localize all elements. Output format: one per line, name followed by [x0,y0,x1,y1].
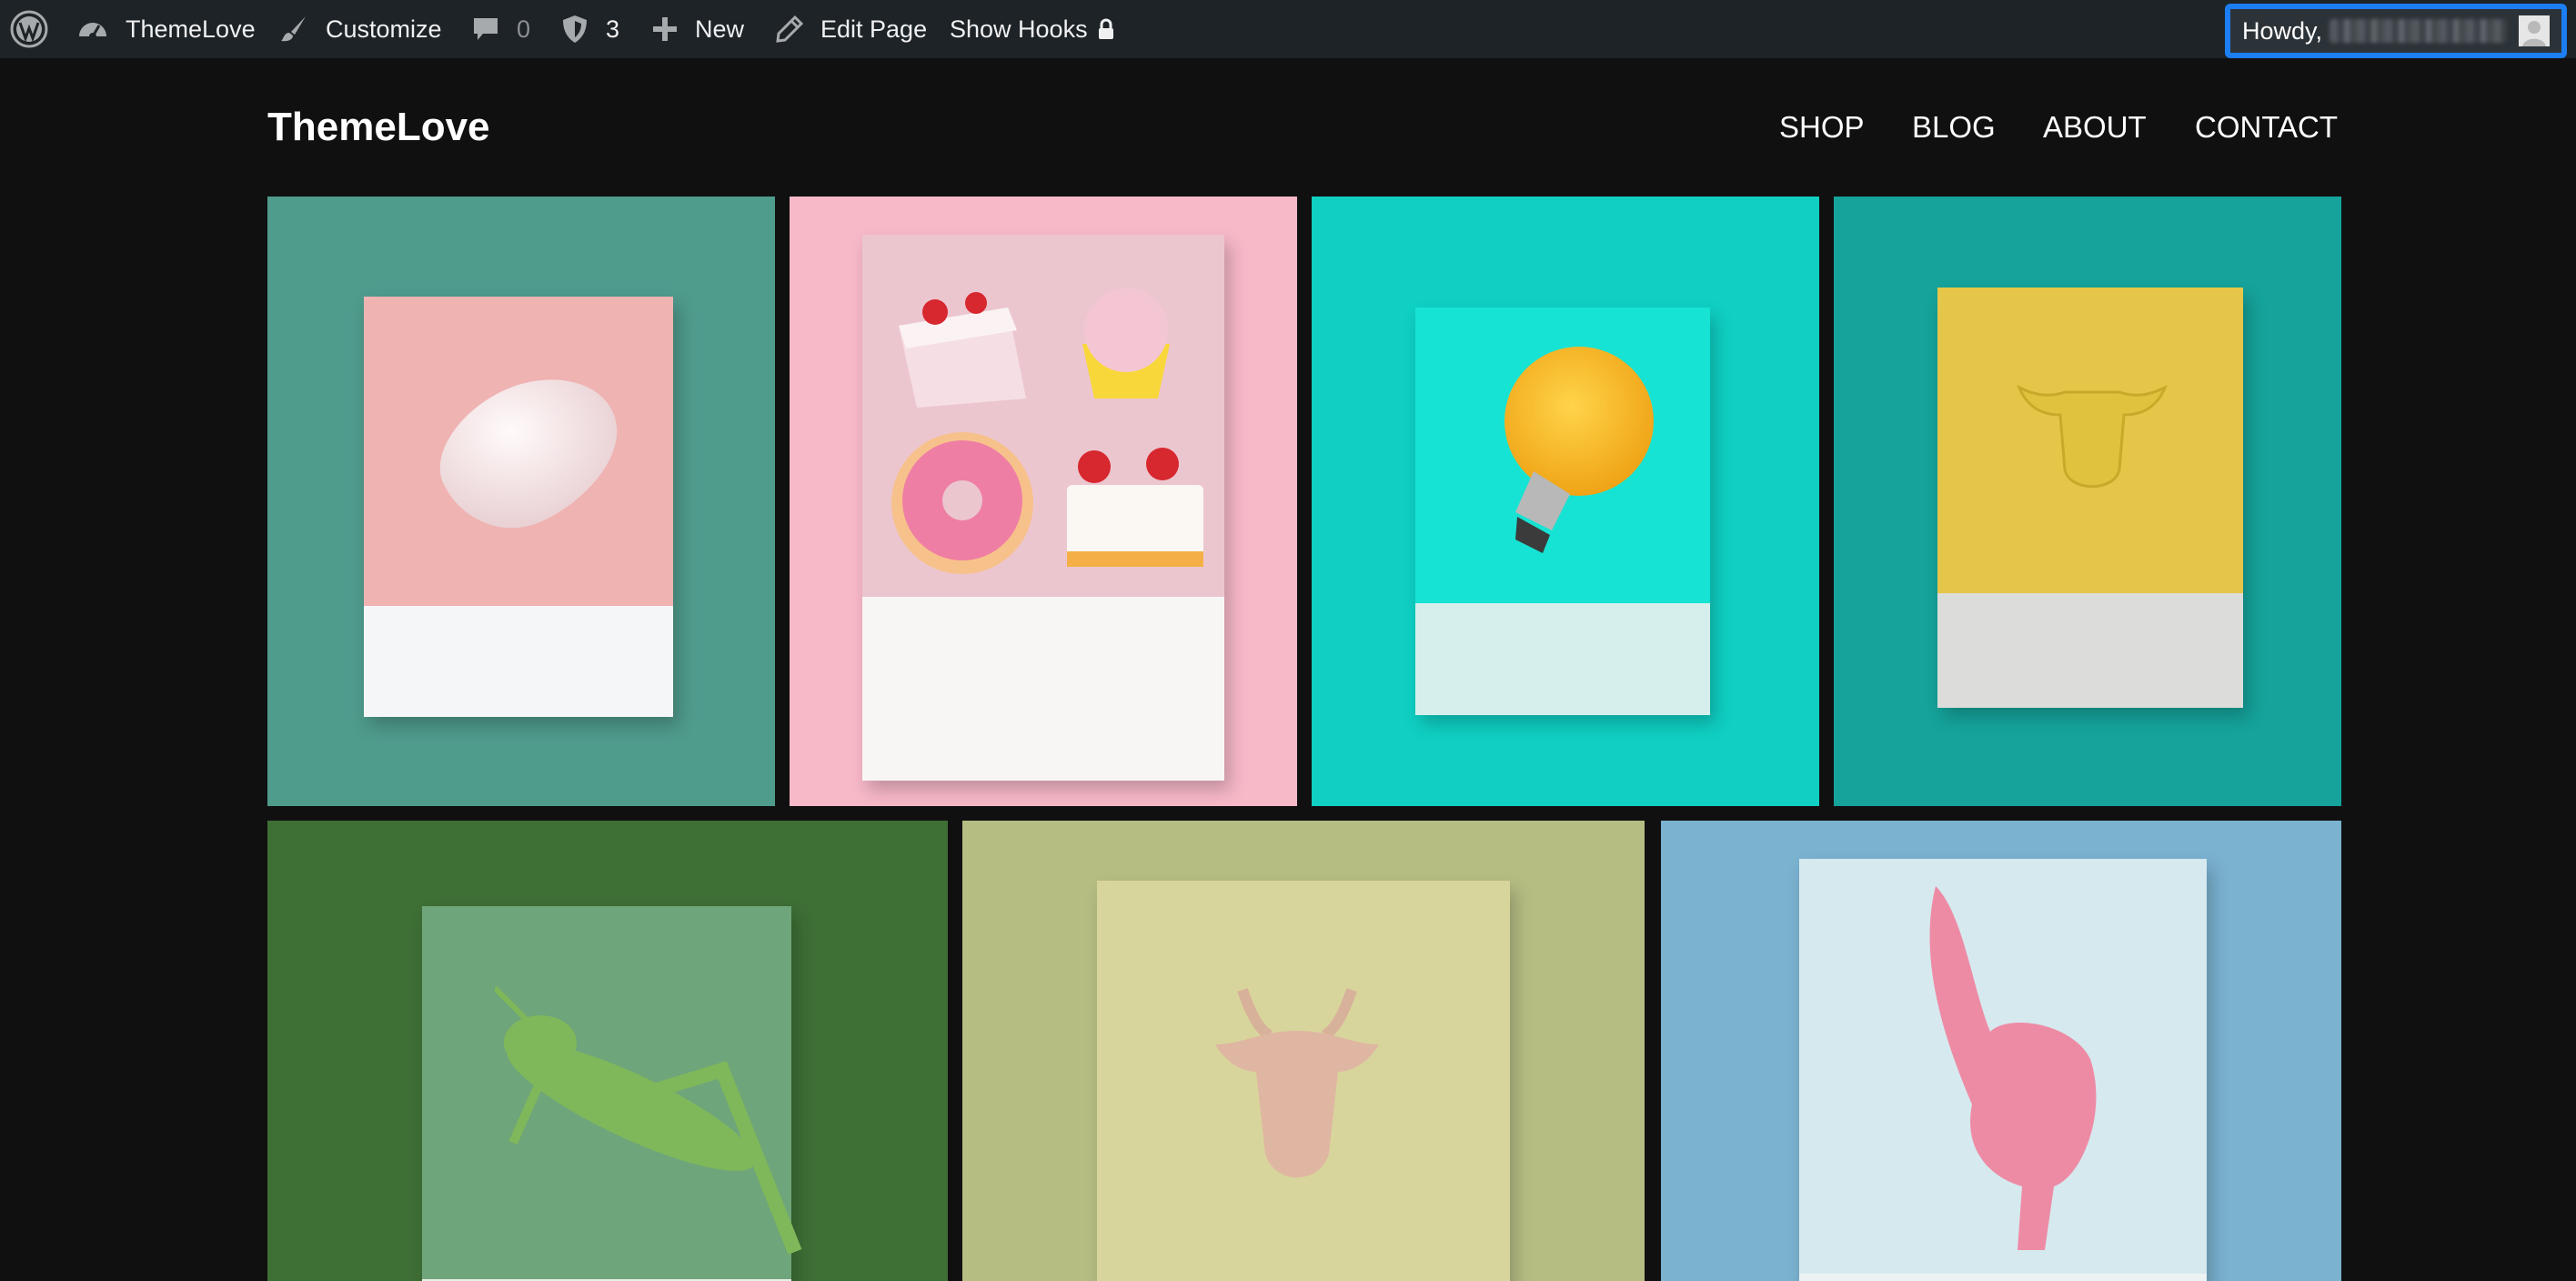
show-hooks-label: Show Hooks [950,15,1088,43]
gallery-item-bull-head[interactable] [1834,197,2341,806]
pink-furry-animal [1929,886,2097,1250]
light-bulb [1504,347,1654,553]
comments-count: 0 [517,15,531,43]
admin-bar-site-name: ThemeLove [126,15,256,43]
gallery-item-pastries[interactable] [790,197,1297,806]
brush-icon [278,14,309,45]
photo-card [1097,881,1510,1281]
my-account-menu[interactable]: Howdy, [2225,4,2567,58]
edit-page-link[interactable]: Edit Page [775,0,927,58]
avatar [2519,15,2551,46]
nav-shop[interactable]: SHOP [1779,107,1865,147]
pencil-icon [775,15,804,44]
photo-card [422,906,802,1281]
nav-about[interactable]: ABOUT [2043,107,2147,147]
pastries-cupcake-donut [891,288,1203,574]
gallery-item-goat-head[interactable] [962,821,1645,1281]
wordpress-logo-icon[interactable] [9,0,49,58]
admin-bar-site-link[interactable]: ThemeLove [76,0,256,58]
gallery-item-rose-quartz[interactable] [267,197,775,806]
photo-card [364,297,673,717]
comments-link[interactable]: 0 [471,0,530,58]
photo-card [1799,859,2207,1281]
nav-blog[interactable]: BLOG [1912,107,1996,147]
gallery-item-light-bulb[interactable] [1312,197,1819,806]
grasshopper [495,985,802,1255]
admin-bar: ThemeLove Customize 0 3 New Edit Page Sh… [0,0,2576,58]
new-content-link[interactable]: New [651,0,744,58]
updates-link[interactable]: 3 [560,0,619,58]
photo-card [862,235,1224,781]
comment-icon [471,15,500,44]
nav-contact[interactable]: CONTACT [2195,107,2338,147]
shield-icon [560,14,589,45]
customize-label: Customize [326,15,442,43]
dashboard-icon [76,13,109,45]
lock-icon [1097,18,1115,40]
bull-head [2017,384,2168,489]
goat-head [1215,988,1379,1178]
rose-quartz-stone [439,379,618,529]
blurred-username [2329,19,2508,43]
gallery-item-grasshopper[interactable] [267,821,948,1281]
new-label: New [695,15,745,43]
edit-page-label: Edit Page [820,15,928,43]
updates-count: 3 [606,15,620,43]
plus-icon [651,15,679,43]
site-title[interactable]: ThemeLove [267,102,490,153]
howdy-label: Howdy, [2242,16,2323,45]
customize-link[interactable]: Customize [278,0,442,58]
show-hooks-link[interactable]: Show Hooks [950,0,1115,58]
gallery-item-pink-animal[interactable] [1661,821,2341,1281]
photo-card [1415,308,1710,715]
photo-card [1937,287,2243,708]
